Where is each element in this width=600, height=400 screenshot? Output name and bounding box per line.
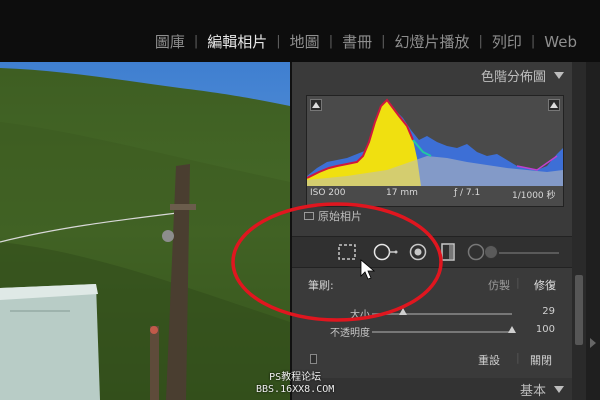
opacity-slider-track[interactable]	[372, 331, 512, 333]
histogram-plot	[307, 98, 563, 186]
exif-info: ISO 200 17 mm ƒ / 7.1 1/1000 秒	[306, 187, 562, 203]
action-separator: |	[516, 351, 520, 364]
tool-slider-track[interactable]	[499, 252, 559, 254]
panel-scrollbar[interactable]	[572, 62, 586, 400]
mode-separator: |	[516, 276, 520, 289]
develop-right-panel: 色階分佈圖 ISO 200 17 mm ƒ / 7.1 1/1000 秒 原始相…	[290, 62, 572, 400]
original-photo-label: 原始相片	[318, 210, 362, 223]
tool-strip	[292, 236, 572, 268]
collapse-triangle-icon[interactable]	[554, 71, 564, 79]
module-web[interactable]: Web	[535, 33, 586, 51]
checkbox[interactable]	[304, 212, 314, 220]
crop-overlay-icon[interactable]	[337, 243, 357, 261]
opacity-label: 不透明度	[330, 328, 370, 339]
module-slideshow[interactable]: 幻燈片播放	[385, 31, 478, 52]
original-photo-toggle[interactable]: 原始相片	[304, 208, 362, 224]
opacity-slider-thumb[interactable]	[508, 326, 516, 333]
module-map[interactable]: 地圖	[281, 31, 329, 52]
expand-right-arrow-icon[interactable]	[590, 338, 596, 348]
adjustment-brush-icon[interactable]	[466, 243, 486, 261]
focal-length: 17 mm	[386, 188, 418, 198]
watermark-line1: PS教程论坛	[269, 372, 322, 383]
iso-value: ISO 200	[310, 188, 346, 198]
module-book[interactable]: 書冊	[333, 31, 381, 52]
size-slider-thumb[interactable]	[398, 308, 407, 315]
right-panel-edge	[586, 62, 600, 400]
size-label: 大小	[350, 310, 370, 321]
histogram-header[interactable]: 色階分佈圖	[292, 62, 572, 88]
module-library[interactable]: 圖庫	[146, 31, 194, 52]
collapse-triangle-icon[interactable]	[554, 385, 564, 393]
reset-button[interactable]: 重設	[478, 352, 500, 368]
module-develop[interactable]: 編輯相片	[198, 31, 276, 52]
opacity-value[interactable]: 100	[525, 324, 555, 335]
watermark-line2: BBS.16XX8.COM	[256, 384, 335, 395]
tool-slider-knob[interactable]	[484, 245, 498, 259]
module-picker: 圖庫 | 編輯相片 | 地圖 | 書冊 | 幻燈片播放 | 列印 | Web	[146, 31, 586, 52]
brush-label: 筆刷:	[308, 279, 334, 292]
red-eye-icon[interactable]	[408, 243, 428, 261]
clone-mode-button[interactable]: 仿製	[488, 277, 510, 293]
watermark: PS教程论坛 BBS.16XX8.COM	[256, 372, 334, 396]
tool-actions-row: 重設 | 關閉	[292, 348, 572, 370]
panel-scrollbar-thumb[interactable]	[575, 275, 583, 345]
heal-mode-button[interactable]: 修復	[534, 277, 556, 293]
photo-image	[0, 62, 290, 400]
basic-panel-title: 基本	[519, 383, 546, 399]
highlight-clipping-button[interactable]	[548, 99, 560, 111]
photo-preview[interactable]	[0, 62, 290, 400]
tool-toggle-switch[interactable]	[310, 354, 317, 364]
aperture-value: ƒ / 7.1	[454, 188, 481, 198]
module-bar: 圖庫 | 編輯相片 | 地圖 | 書冊 | 幻燈片播放 | 列印 | Web	[0, 0, 600, 62]
size-value[interactable]: 29	[525, 306, 555, 317]
shutter-speed: 1/1000 秒	[512, 191, 556, 201]
graduated-filter-icon[interactable]	[438, 243, 458, 261]
module-print[interactable]: 列印	[483, 31, 531, 52]
spot-removal-icon[interactable]	[372, 243, 398, 261]
close-button[interactable]: 關閉	[530, 352, 552, 368]
histogram-title: 色階分佈圖	[480, 69, 546, 85]
shadow-clipping-button[interactable]	[310, 99, 322, 111]
size-slider-track[interactable]	[372, 313, 512, 315]
